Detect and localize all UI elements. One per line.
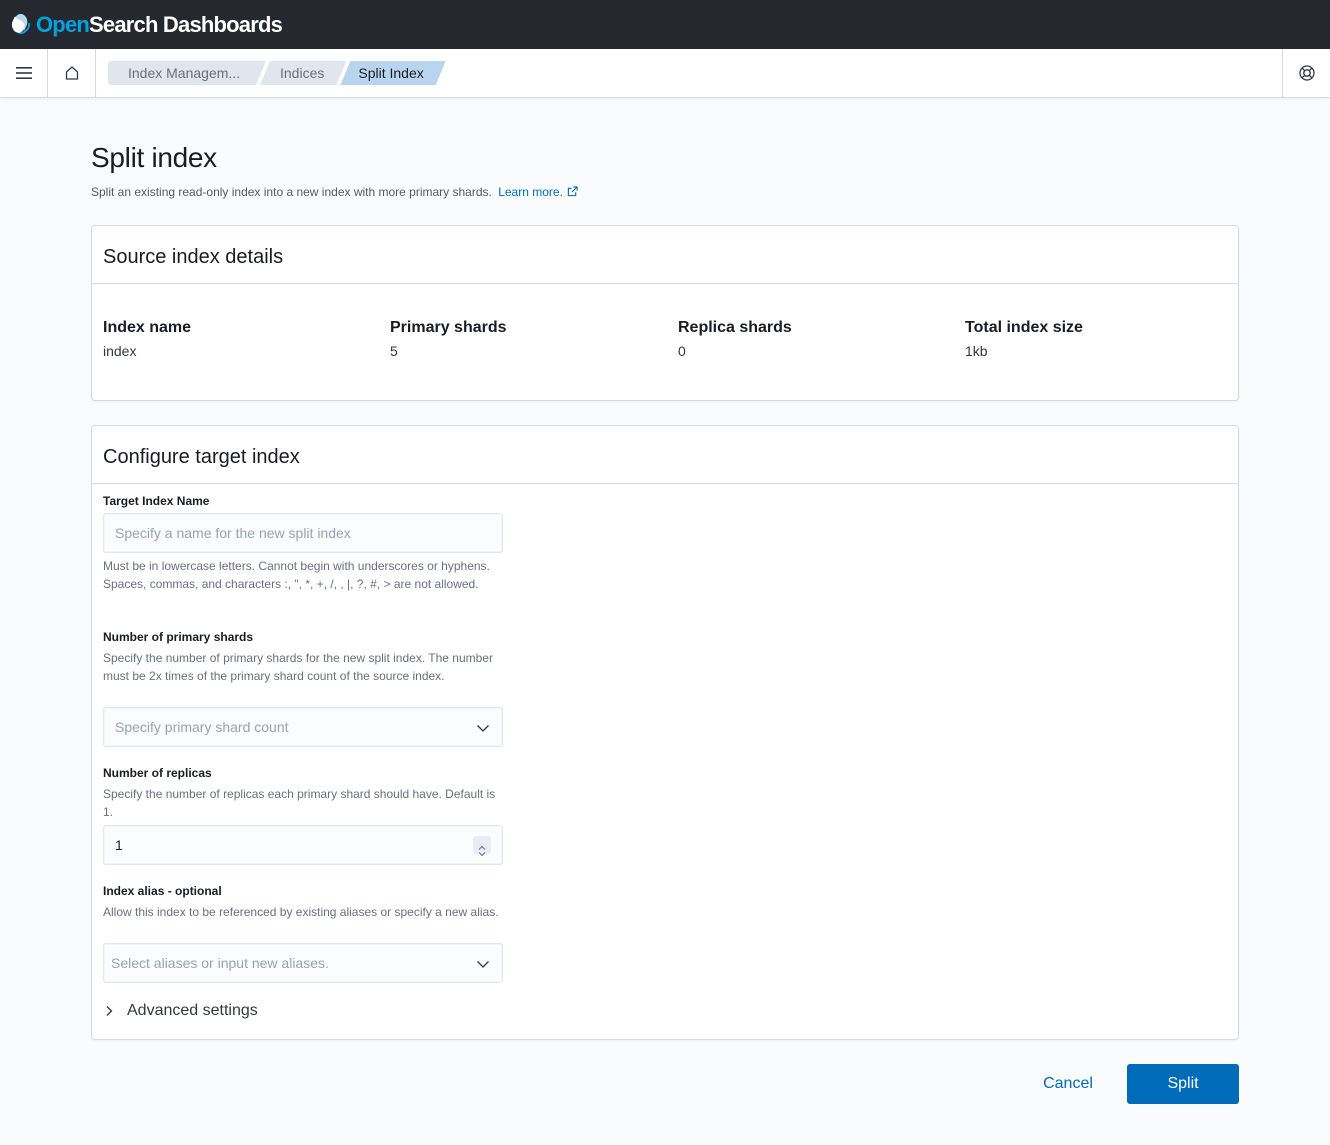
page-description: Split an existing read-only index into a… — [91, 185, 578, 199]
detail-total-index-size: Total index size 1kb — [965, 319, 1083, 359]
page-title: Split index — [91, 142, 217, 173]
chevron-down-icon — [477, 725, 489, 732]
breadcrumb-bar: Index Managem... Indices Split Index — [0, 49, 1330, 98]
replicas-label: Number of replicas — [103, 766, 212, 780]
brand-name: OpenSearch Dashboards — [36, 11, 283, 37]
opensearch-logo-icon — [11, 13, 31, 34]
opensearch-logo[interactable]: OpenSearch Dashboards — [10, 11, 283, 38]
advanced-settings-toggle[interactable]: Advanced settings — [103, 1002, 258, 1020]
primary-shards-label: Number of primary shards — [103, 630, 254, 644]
chevron-right-icon — [106, 1006, 113, 1016]
target-name-label: Target Index Name — [103, 494, 210, 508]
number-stepper[interactable] — [473, 836, 491, 857]
home-icon — [65, 66, 78, 80]
detail-replica-shards: Replica shards 0 — [678, 319, 792, 359]
breadcrumb-indices[interactable]: Indices — [260, 61, 346, 85]
help-lifebuoy-icon — [1298, 65, 1315, 81]
alias-placeholder: Select aliases or input new aliases. — [111, 955, 329, 971]
primary-shards-placeholder: Specify primary shard count — [115, 719, 289, 735]
source-panel-title: Source index details — [92, 226, 1238, 284]
breadcrumb: Index Managem... Indices Split Index — [108, 61, 440, 85]
replicas-number-input[interactable]: 1 — [103, 825, 503, 865]
home-button[interactable] — [48, 49, 96, 97]
advanced-settings-label: Advanced settings — [127, 1002, 258, 1019]
replicas-value: 1 — [115, 837, 123, 853]
alias-help: Allow this index to be referenced by exi… — [103, 905, 499, 919]
source-index-details-panel: Source index details Index name index Pr… — [91, 225, 1239, 401]
detail-primary-shards: Primary shards 5 — [390, 319, 507, 359]
breadcrumb-index-management[interactable]: Index Managem... — [108, 61, 266, 85]
cancel-button[interactable]: Cancel — [1030, 1064, 1106, 1104]
hamburger-menu-icon — [15, 67, 32, 79]
stepper-arrows-icon — [478, 845, 486, 857]
configure-target-index-panel: Configure target index Target Index Name… — [91, 425, 1239, 1040]
breadcrumb-split-index: Split Index — [340, 61, 445, 85]
learn-more-link[interactable]: Learn more. — [498, 185, 578, 199]
replicas-help: Specify the number of replicas each prim… — [103, 787, 496, 819]
alias-label: Index alias - optional — [103, 884, 222, 898]
primary-shards-help: Specify the number of primary shards for… — [103, 651, 493, 683]
help-button[interactable] — [1282, 49, 1330, 97]
target-name-input[interactable]: Specify a name for the new split index — [103, 513, 503, 553]
menu-toggle-button[interactable] — [0, 49, 48, 97]
primary-shards-select[interactable]: Specify primary shard count — [103, 707, 503, 747]
top-header: OpenSearch Dashboards — [0, 0, 1330, 49]
detail-index-name: Index name index — [103, 319, 192, 359]
target-name-help: Must be in lowercase letters. Cannot beg… — [103, 559, 490, 591]
external-link-icon — [567, 186, 578, 197]
split-button[interactable]: Split — [1127, 1064, 1239, 1104]
alias-combobox[interactable]: Select aliases or input new aliases. — [103, 943, 503, 983]
config-panel-title: Configure target index — [92, 426, 1238, 484]
page-description-text: Split an existing read-only index into a… — [91, 185, 492, 199]
chevron-down-icon — [477, 961, 489, 968]
